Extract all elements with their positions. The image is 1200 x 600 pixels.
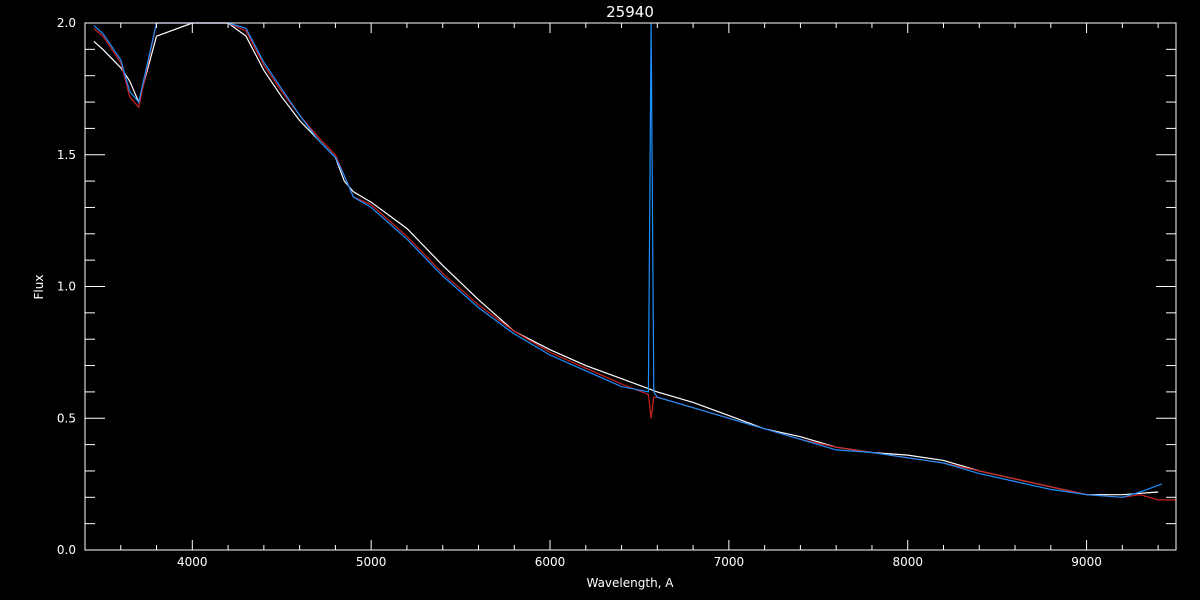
x-tick-label: 6000 xyxy=(535,555,566,569)
spectrum-chart: 25940 Wavelength, A Flux 4000 5000 6000 700… xyxy=(0,0,1200,600)
x-tick-label: 8000 xyxy=(892,555,923,569)
x-axis-title: Wavelength, A xyxy=(586,576,674,590)
x-tick-label: 7000 xyxy=(714,555,745,569)
chart-title: 25940 xyxy=(606,3,654,21)
x-tick-label: 9000 xyxy=(1071,555,1102,569)
y-tick-label: 0.5 xyxy=(57,411,76,425)
y-axis-title: Flux xyxy=(32,275,46,300)
y-tick-label: 1.5 xyxy=(57,148,76,162)
chart-background xyxy=(0,0,1200,600)
y-tick-label: 1.0 xyxy=(57,280,76,294)
y-tick-label: 0.0 xyxy=(57,543,76,557)
y-tick-label: 2.0 xyxy=(57,16,76,30)
x-tick-label: 4000 xyxy=(177,555,208,569)
x-tick-label: 5000 xyxy=(356,555,387,569)
